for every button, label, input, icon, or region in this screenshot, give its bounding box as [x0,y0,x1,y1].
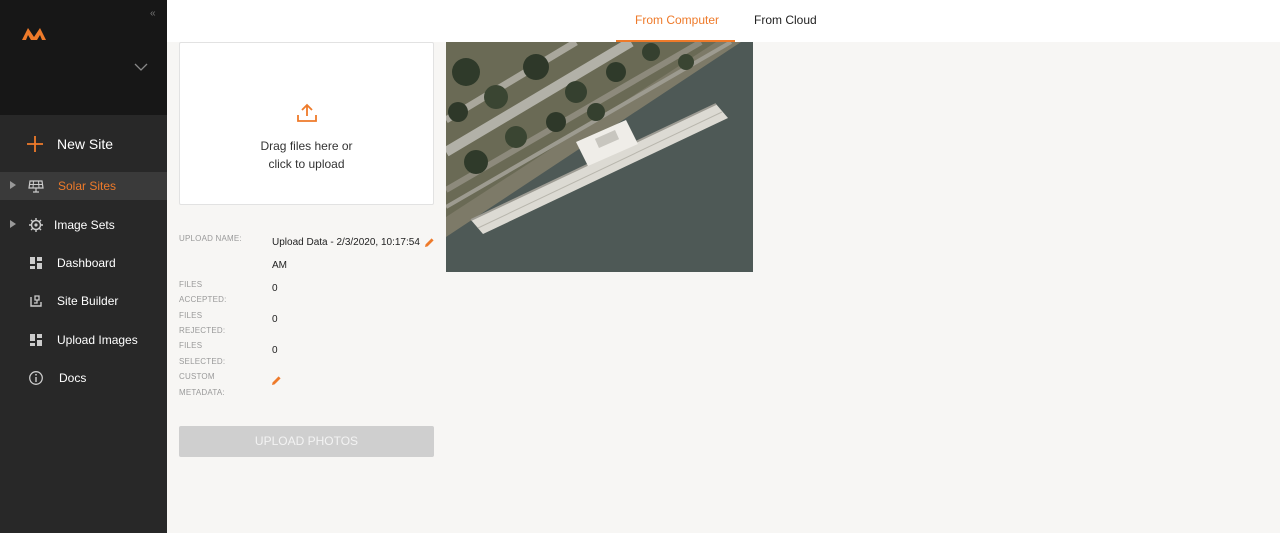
files-accepted-value: 0 [272,283,278,294]
tab-from-cloud[interactable]: From Cloud [743,0,823,42]
tab-label: From Cloud [754,13,817,27]
dropzone-text-line2: click to upload [268,157,345,171]
edit-upload-name-icon[interactable] [424,237,435,248]
files-accepted-label-line2: ACCEPTED: [179,295,227,304]
files-rejected-value: 0 [272,314,278,325]
brand-logo[interactable] [22,25,46,41]
new-site-button[interactable]: New Site [0,128,167,160]
caret-right-icon [10,181,16,189]
custom-metadata-label-line1: CUSTOM [179,372,215,381]
solar-panel-icon [28,180,44,193]
upload-source-tabs: From Computer From Cloud [167,0,1280,42]
files-rejected-label-line2: REJECTED: [179,326,226,335]
tab-label: From Computer [635,13,720,27]
dropzone-text-line1: Drag files here or [260,139,353,153]
site-builder-icon [30,295,42,307]
edit-custom-metadata-icon[interactable] [271,375,282,386]
upload-photos-button[interactable]: UPLOAD PHOTOS [179,426,434,457]
upload-images-icon [30,334,42,346]
sidebar-item-label: Site Builder [57,294,119,308]
tab-from-computer[interactable]: From Computer [616,0,735,42]
chevron-down-icon[interactable] [134,62,148,72]
info-icon [29,371,43,385]
collapse-sidebar-icon[interactable]: « [150,8,156,19]
gear-icon [29,218,43,232]
upload-name-label: UPLOAD NAME: [179,234,242,243]
files-rejected-label-line1: FILES [179,311,203,320]
sidebar-item-dashboard[interactable]: Dashboard [0,249,167,277]
sidebar-item-label: Docs [59,371,87,385]
sidebar-item-label: Dashboard [57,256,116,270]
sidebar-item-label: Solar Sites [58,179,117,193]
custom-metadata-label-line2: METADATA: [179,388,225,397]
sidebar-header: « [0,0,167,115]
files-selected-label-line2: SELECTED: [179,357,226,366]
aerial-photo [446,42,753,272]
dashboard-icon [30,257,42,269]
new-site-label: New Site [57,136,114,152]
sidebar-item-site-builder[interactable]: Site Builder [0,287,167,315]
sidebar-item-upload-images[interactable]: Upload Images [0,326,167,354]
aerial-image-preview [446,42,753,272]
caret-right-icon [10,220,16,228]
files-selected-value: 0 [272,345,278,356]
sidebar-item-solar-sites[interactable]: Solar Sites [0,172,167,200]
sidebar: « New Site Solar Sites Image Sets Dashbo… [0,0,167,533]
sidebar-item-docs[interactable]: Docs [0,364,167,392]
upload-name-value-line2: AM [272,260,287,271]
sidebar-item-label: Image Sets [54,218,115,232]
files-accepted-label-line1: FILES [179,280,203,289]
upload-icon [297,103,317,122]
sidebar-item-label: Upload Images [57,333,138,347]
files-selected-label-line1: FILES [179,341,203,350]
sidebar-item-image-sets[interactable]: Image Sets [0,211,167,239]
upload-name-value-line1: Upload Data - 2/3/2020, 10:17:54 [272,237,420,248]
plus-icon [27,136,43,152]
file-dropzone[interactable]: Drag files here or click to upload [179,42,434,205]
